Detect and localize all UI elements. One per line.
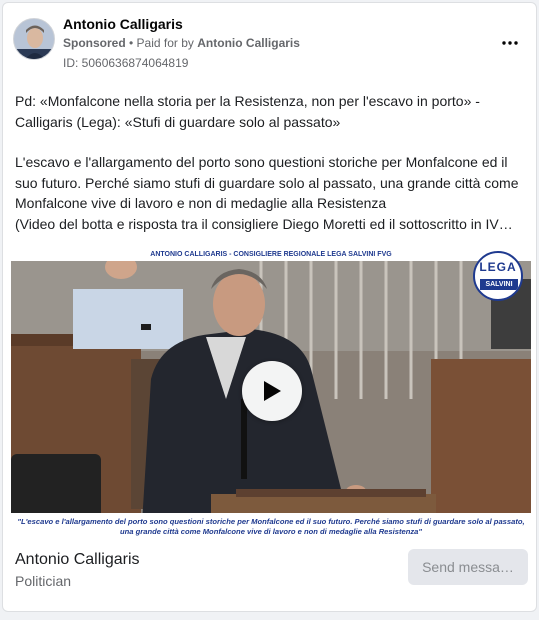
more-dots-icon bbox=[502, 41, 518, 45]
video-top-banner: ANTONIO CALLIGARIS - CONSIGLIERE REGIONA… bbox=[11, 249, 531, 261]
banner-suffix: - CONSIGLIERE REGIONALE LEGA SALVINI FVG bbox=[227, 251, 392, 258]
post-paragraph-title: Pd: «Monfalcone nella storia per la Resi… bbox=[15, 93, 480, 130]
send-message-button[interactable]: Send messa… bbox=[408, 549, 528, 585]
ad-id: ID: 5060636874064819 bbox=[63, 56, 189, 70]
banner-prefix: ANTONIO bbox=[150, 251, 185, 258]
avatar-image bbox=[14, 19, 54, 59]
more-options-button[interactable] bbox=[498, 31, 522, 55]
play-button[interactable] bbox=[242, 361, 302, 421]
post-paragraph-truncated[interactable]: (Video del botta e risposta tra il consi… bbox=[15, 216, 513, 232]
logo-top-text: LEGA bbox=[479, 260, 517, 274]
post-body: Pd: «Monfalcone nella storia per la Resi… bbox=[15, 91, 520, 234]
page-name[interactable]: Antonio Calligaris bbox=[63, 16, 183, 32]
play-icon bbox=[264, 381, 281, 401]
lega-salvini-logo: LEGA SALVINI bbox=[473, 251, 523, 301]
video-caption: "L'escavo e l'allargamento del porto son… bbox=[11, 513, 531, 543]
paid-for-name: Antonio Calligaris bbox=[197, 36, 300, 50]
logo-band-text: SALVINI bbox=[480, 279, 518, 290]
video-player[interactable]: ANTONIO CALLIGARIS - CONSIGLIERE REGIONA… bbox=[11, 249, 531, 543]
footer-page-category: Politician bbox=[15, 573, 72, 589]
post-paragraph-main: L'escavo e l'allargamento del porto sono… bbox=[15, 152, 520, 234]
page-avatar[interactable] bbox=[13, 18, 55, 60]
post-paragraph-text: L'escavo e l'allargamento del porto sono… bbox=[15, 154, 519, 211]
paid-for-prefix: • Paid for by bbox=[125, 36, 198, 50]
banner-name: CALLIGARIS bbox=[184, 251, 228, 258]
ad-card: Antonio Calligaris Sponsored • Paid for … bbox=[2, 2, 537, 612]
sponsored-line: Sponsored • Paid for by Antonio Calligar… bbox=[63, 36, 300, 50]
sponsored-label: Sponsored bbox=[63, 36, 126, 50]
footer-page-name[interactable]: Antonio Calligaris bbox=[15, 551, 140, 569]
post-header: Antonio Calligaris Sponsored • Paid for … bbox=[3, 3, 536, 77]
